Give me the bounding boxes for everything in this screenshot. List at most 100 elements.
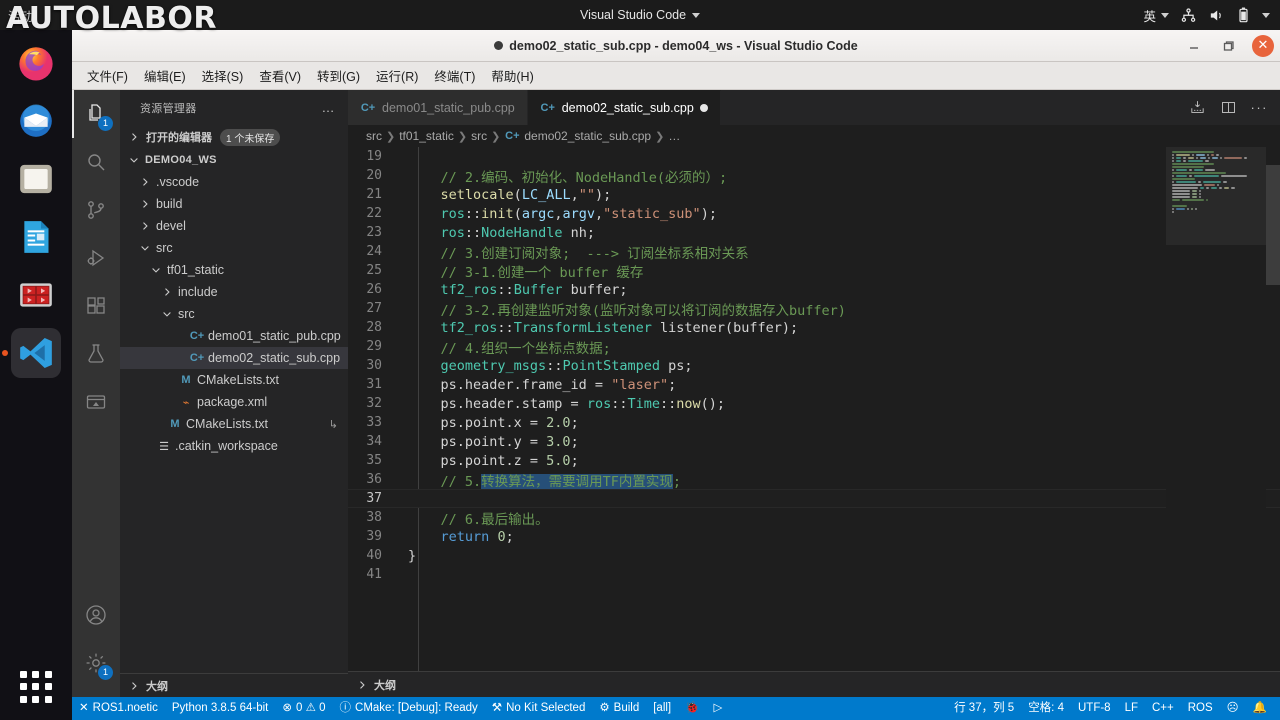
tree-item-vscode[interactable]: .vscode xyxy=(120,171,348,193)
dock-item-files[interactable] xyxy=(11,154,61,204)
split-editor-icon[interactable] xyxy=(1220,99,1237,116)
statusbar-language-mode[interactable]: C++ xyxy=(1145,697,1181,720)
activitybar-item-search[interactable] xyxy=(72,138,120,186)
statusbar-cursor-position[interactable]: 行 37，列 5 xyxy=(947,697,1021,720)
code-line-32[interactable]: 32 ps.header.stamp = ros::Time::now(); xyxy=(348,394,1280,413)
outline-section-sidebar[interactable]: 大纲 xyxy=(120,673,348,697)
scrollbar-thumb[interactable] xyxy=(1266,165,1280,285)
minimize-button[interactable] xyxy=(1184,36,1204,56)
workspace-root[interactable]: DEMO04_WS xyxy=(120,149,348,171)
tree-item-build[interactable]: build xyxy=(120,193,348,215)
code-editor[interactable]: 19 20 // 2.编码、初始化、NodeHandle(必须的）; 21 setl… xyxy=(348,147,1280,671)
open-editors-section[interactable]: 打开的编辑器 1 个未保存 xyxy=(120,125,348,149)
statusbar-cmake-kit[interactable]: ⚒ No Kit Selected xyxy=(485,697,593,720)
tree-item-cmakelists-txt[interactable]: M CMakeLists.txt xyxy=(120,369,348,391)
activitybar-item-accounts[interactable] xyxy=(72,591,120,639)
code-line-26[interactable]: 26 tf2_ros::Buffer buffer; xyxy=(348,280,1280,299)
show-applications-button[interactable] xyxy=(11,662,61,712)
breadcrumb-item-file[interactable]: demo02_static_sub.cpp xyxy=(524,129,651,143)
activitybar-item-explorer[interactable]: 1 xyxy=(72,90,120,138)
statusbar-cmake-run[interactable]: ▷ xyxy=(706,697,729,720)
breadcrumb-item-src2[interactable]: src xyxy=(471,129,487,143)
menu-file[interactable]: 文件(F) xyxy=(80,63,135,88)
maximize-button[interactable] xyxy=(1218,36,1238,56)
tab-dirty-indicator-icon[interactable] xyxy=(699,104,708,112)
outline-panel-header[interactable]: 大纲 xyxy=(348,671,1280,697)
code-line-39[interactable]: 39 return 0; xyxy=(348,527,1280,546)
tab-demo02-static-sub[interactable]: C+ demo02_static_sub.cpp xyxy=(527,90,721,125)
tree-item-package-xml[interactable]: ⌁ package.xml xyxy=(120,391,348,413)
tree-item-src[interactable]: src xyxy=(120,237,348,259)
menu-terminal[interactable]: 终端(T) xyxy=(427,63,482,88)
tree-item-include[interactable]: include xyxy=(120,281,348,303)
dock-item-vscode[interactable] xyxy=(11,328,61,378)
menu-help[interactable]: 帮助(H) xyxy=(484,63,540,88)
statusbar-cmake-build[interactable]: ⚙ Build xyxy=(592,697,646,720)
code-line-31[interactable]: 31 ps.header.frame_id = "laser"; xyxy=(348,375,1280,394)
tree-item-catkin-workspace[interactable]: ☰ .catkin_workspace xyxy=(120,435,348,457)
menu-view[interactable]: 查看(V) xyxy=(252,63,308,88)
code-line-38[interactable]: 38 // 6.最后输出。 xyxy=(348,508,1280,528)
statusbar-notifications-icon[interactable]: 🔔 xyxy=(1246,697,1274,720)
statusbar-cmake-target[interactable]: [all] xyxy=(646,697,678,720)
code-line-24[interactable]: 24 // 3.创建订阅对象; ---> 订阅坐标系相对关系 xyxy=(348,242,1280,262)
code-line-25[interactable]: 25 // 3-1.创建一个 buffer 缓存 xyxy=(348,261,1280,281)
code-line-35[interactable]: 35 ps.point.z = 5.0; xyxy=(348,451,1280,470)
code-line-23[interactable]: 23 ros::NodeHandle nh; xyxy=(348,223,1280,242)
run-code-icon[interactable] xyxy=(1189,99,1206,116)
dock-item-libreoffice-writer[interactable] xyxy=(11,212,61,262)
breadcrumb-item-src[interactable]: src xyxy=(366,129,382,143)
code-line-30[interactable]: 30 geometry_msgs::PointStamped ps; xyxy=(348,356,1280,375)
statusbar-problems[interactable]: ⊗ 0 ⚠ 0 xyxy=(275,697,332,720)
activitybar-item-source-control[interactable] xyxy=(72,186,120,234)
activitybar-item-testing[interactable] xyxy=(72,330,120,378)
dock-item-thunderbird[interactable] xyxy=(11,96,61,146)
statusbar-cmake-status[interactable]: ⓘ CMake: [Debug]: Ready xyxy=(333,697,485,720)
menu-edit[interactable]: 编辑(E) xyxy=(137,63,193,88)
code-line-29[interactable]: 29 // 4.组织一个坐标点数据; xyxy=(348,337,1280,357)
dock-item-rviz[interactable] xyxy=(11,270,61,320)
tab-demo01-static-pub[interactable]: C+ demo01_static_pub.cpp xyxy=(348,90,528,125)
editor-scrollbar[interactable] xyxy=(1266,147,1280,671)
code-line-34[interactable]: 34 ps.point.y = 3.0; xyxy=(348,432,1280,451)
breadcrumb-item-tf01-static[interactable]: tf01_static xyxy=(399,129,454,143)
volume-icon[interactable] xyxy=(1208,7,1225,24)
close-button[interactable]: ✕ xyxy=(1252,34,1274,57)
statusbar-eol[interactable]: LF xyxy=(1118,697,1145,720)
minimap[interactable] xyxy=(1166,147,1266,671)
network-icon[interactable] xyxy=(1180,7,1197,24)
minimap-slider[interactable] xyxy=(1166,147,1266,245)
tree-item-devel[interactable]: devel xyxy=(120,215,348,237)
statusbar-cmake-debug[interactable]: 🐞 xyxy=(678,697,706,720)
sidebar-more-icon[interactable]: … xyxy=(322,100,337,115)
code-line-27[interactable]: 27 // 3-2.再创建监听对象(监听对象可以将订阅的数据存入buffer) xyxy=(348,299,1280,319)
statusbar-ros-distro[interactable]: ROS xyxy=(1181,697,1220,720)
menu-select[interactable]: 选择(S) xyxy=(195,63,251,88)
code-line-19[interactable]: 19 xyxy=(348,147,1280,166)
battery-icon[interactable] xyxy=(1236,7,1251,24)
activitybar-item-remote-explorer[interactable] xyxy=(72,378,120,426)
tree-item-tf01-static[interactable]: tf01_static xyxy=(120,259,348,281)
activities-button[interactable]: 活动 xyxy=(8,6,33,25)
activitybar-item-settings[interactable]: 1 xyxy=(72,639,120,687)
tree-item-demo02-static-sub-cpp[interactable]: C+ demo02_static_sub.cpp xyxy=(120,347,348,369)
code-line-21[interactable]: 21 setlocale(LC_ALL,""); xyxy=(348,185,1280,204)
more-actions-icon[interactable]: ··· xyxy=(1251,100,1269,115)
code-line-36[interactable]: 36 // 5.转换算法，需要调用TF内置实现; xyxy=(348,470,1280,490)
code-line-22[interactable]: 22 ros::init(argc,argv,"static_sub"); xyxy=(348,204,1280,223)
code-line-37[interactable]: 37 xyxy=(348,489,1280,508)
chevron-down-icon[interactable] xyxy=(1262,12,1270,18)
statusbar-indentation[interactable]: 空格: 4 xyxy=(1021,697,1071,720)
input-method-indicator[interactable]: 英 xyxy=(1143,6,1169,25)
tree-item-demo01-static-pub-cpp[interactable]: C+ demo01_static_pub.cpp xyxy=(120,325,348,347)
statusbar-encoding[interactable]: UTF-8 xyxy=(1071,697,1118,720)
activitybar-item-run-debug[interactable] xyxy=(72,234,120,282)
tree-item-cmakelists-txt[interactable]: M CMakeLists.txt ↳ xyxy=(120,413,348,435)
breadcrumb-item-symbols[interactable]: … xyxy=(668,129,680,143)
menu-goto[interactable]: 转到(G) xyxy=(310,63,367,88)
code-line-33[interactable]: 33 ps.point.x = 2.0; xyxy=(348,413,1280,432)
code-line-40[interactable]: 40} xyxy=(348,546,1280,565)
menu-run[interactable]: 运行(R) xyxy=(369,63,425,88)
code-line-28[interactable]: 28 tf2_ros::TransformListener listener(b… xyxy=(348,318,1280,337)
app-menu[interactable]: Visual Studio Code xyxy=(580,8,701,22)
